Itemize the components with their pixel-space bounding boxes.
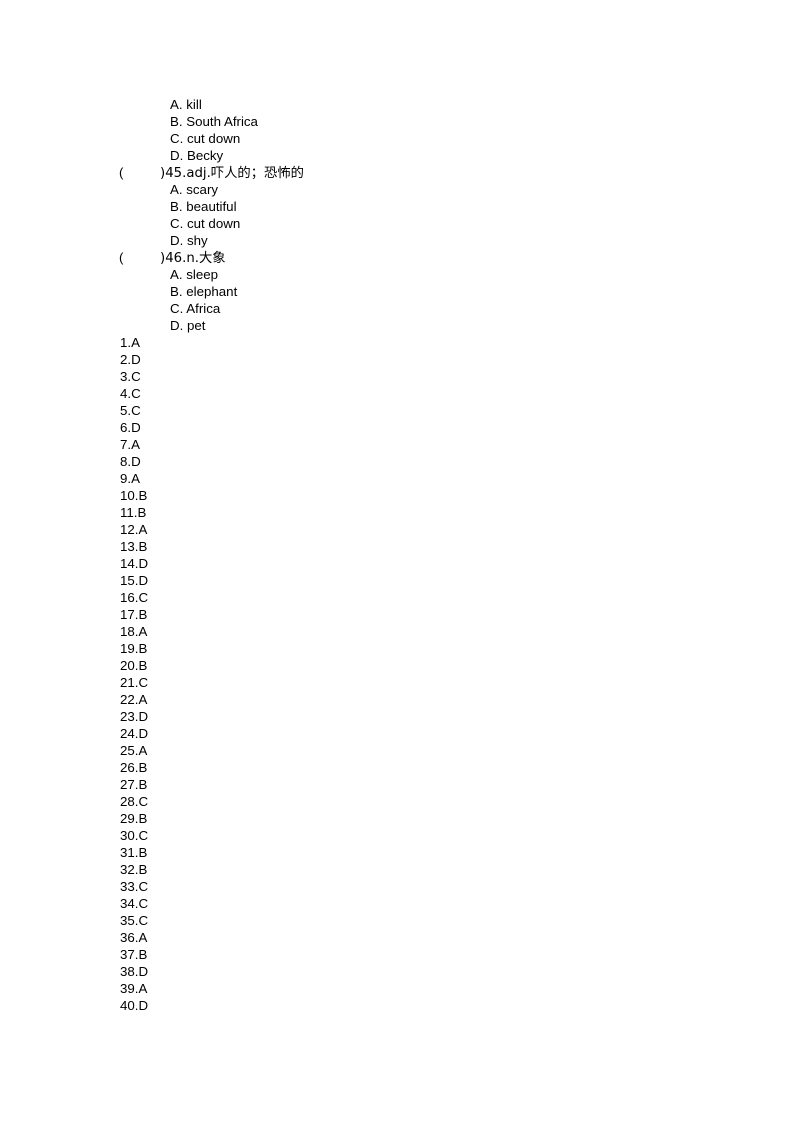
answer-key-item: 27.B <box>120 777 148 792</box>
answer-key-item: 7.A <box>120 437 140 452</box>
questions-container: A. kill B. South Africa C. cut down D. Beck… <box>0 96 794 334</box>
answer-key-item: 23.D <box>120 709 149 724</box>
answer-key-item: 13.B <box>120 539 148 554</box>
answer-key-item: 34.C <box>120 896 149 911</box>
answer-key-item: 30.C <box>120 828 149 843</box>
answer-key-item: 9.A <box>120 471 140 486</box>
answer-key-item: 16.C <box>120 590 149 605</box>
answer-key-item: 24.D <box>120 726 149 741</box>
question-option[interactable]: A. scary <box>0 181 794 198</box>
answer-key-item: 6.D <box>120 420 141 435</box>
answer-key-item: 4.C <box>120 386 141 401</box>
question-block: ()46.n.大象 A. sleep B. elephant C. Africa D. … <box>0 249 794 334</box>
question-option[interactable]: A. sleep <box>0 266 794 283</box>
answer-key-item: 15.D <box>120 573 149 588</box>
question-stem[interactable]: ()45.adj.吓人的；恐怖的 <box>0 164 794 181</box>
answer-key-item: 37.B <box>120 947 148 962</box>
question-option[interactable]: C. cut down <box>0 130 794 147</box>
question-option[interactable]: B. elephant <box>0 283 794 300</box>
question-option[interactable]: C. cut down <box>0 215 794 232</box>
answer-key-item: 38.D <box>120 964 149 979</box>
answer-key-item: 29.B <box>120 811 148 826</box>
answer-key-item: 2.D <box>120 352 141 367</box>
question-stem-text: )46.n.大象 <box>160 251 226 266</box>
question-option[interactable]: D. pet <box>0 317 794 334</box>
answer-key-item: 26.B <box>120 760 148 775</box>
answer-key-item: 10.B <box>120 488 148 503</box>
question-option[interactable]: D. Becky <box>0 147 794 164</box>
answer-key-item: 35.C <box>120 913 149 928</box>
answer-key-item: 32.B <box>120 862 148 877</box>
question-option[interactable]: D. shy <box>0 232 794 249</box>
answer-key-item: 18.A <box>120 624 148 639</box>
answer-key-item: 1.A <box>120 335 140 350</box>
answer-key-item: 8.D <box>120 454 141 469</box>
answer-key-item: 17.B <box>120 607 148 622</box>
question-option[interactable]: A. kill <box>0 96 794 113</box>
question-option[interactable]: C. Africa <box>0 300 794 317</box>
question-stem-text: )45.adj.吓人的；恐怖的 <box>160 166 304 181</box>
answer-key-item: 40.D <box>120 998 149 1013</box>
answer-key-item: 36.A <box>120 930 148 945</box>
answer-key-item: 39.A <box>120 981 148 996</box>
answer-key-item: 25.A <box>120 743 148 758</box>
answer-key-item: 31.B <box>120 845 148 860</box>
question-stem[interactable]: ()46.n.大象 <box>0 249 794 266</box>
answer-key-item: 33.C <box>120 879 149 894</box>
answer-key-item: 5.C <box>120 403 141 418</box>
answer-blank-paren[interactable]: ( <box>119 249 160 266</box>
document-page: A. kill B. South Africa C. cut down D. Beck… <box>0 0 794 1123</box>
answer-key-item: 21.C <box>120 675 149 690</box>
answer-key-item: 19.B <box>120 641 148 656</box>
top-margin-spacer <box>0 0 794 96</box>
question-option[interactable]: B. South Africa <box>0 113 794 130</box>
answer-key-item: 22.A <box>120 692 148 707</box>
answer-key-item: 28.C <box>120 794 149 809</box>
answer-key-list: 1.A 2.D 3.C 4.C 5.C 6.D 7.A 8.D 9.A 10.B 11.B 12.A 1… <box>0 334 794 1014</box>
question-block: A. kill B. South Africa C. cut down D. Beck… <box>0 96 794 164</box>
answer-key-item: 3.C <box>120 369 141 384</box>
answer-key-item: 11.B <box>120 505 147 520</box>
answer-key-item: 20.B <box>120 658 148 673</box>
document-body: A. kill B. South Africa C. cut down D. Beck… <box>0 0 794 1014</box>
question-option[interactable]: B. beautiful <box>0 198 794 215</box>
answer-blank-paren[interactable]: ( <box>119 164 160 181</box>
answer-key-item: 12.A <box>120 522 148 537</box>
answer-key-item: 14.D <box>120 556 149 571</box>
question-block: ()45.adj.吓人的；恐怖的 A. scary B. beautiful C. c… <box>0 164 794 249</box>
